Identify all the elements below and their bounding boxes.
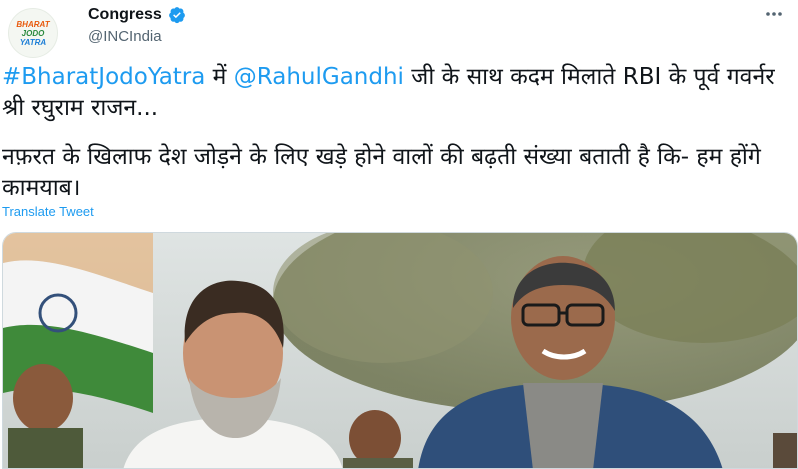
author-display-name[interactable]: Congress <box>88 6 162 24</box>
tweet-text: #BharatJodoYatra में @RahulGandhi जी के … <box>0 62 790 204</box>
translate-tweet-link[interactable]: Translate Tweet <box>2 204 94 219</box>
more-horizontal-icon[interactable] <box>764 4 784 29</box>
avatar[interactable]: BHARAT JODO YATRA <box>8 8 58 58</box>
author-name-row: Congress <box>88 6 186 24</box>
avatar-logo-line: JODO <box>21 29 45 38</box>
hashtag-link[interactable]: #BharatJodoYatra <box>2 64 205 90</box>
tweet-photo[interactable] <box>2 232 798 469</box>
mention-link[interactable]: @RahulGandhi <box>234 64 404 90</box>
tweet-text-fragment: में <box>205 64 234 90</box>
avatar-logo-line: YATRA <box>19 38 47 47</box>
author-handle[interactable]: @INCIndia <box>88 28 162 45</box>
avatar-logo-line: BHARAT <box>16 20 50 29</box>
tweet-paragraph-1: #BharatJodoYatra में @RahulGandhi जी के … <box>0 62 790 124</box>
verified-badge-icon <box>168 6 186 24</box>
tweet-paragraph-2: नफ़रत के खिलाफ देश जोड़ने के लिए खड़े हो… <box>2 144 761 201</box>
